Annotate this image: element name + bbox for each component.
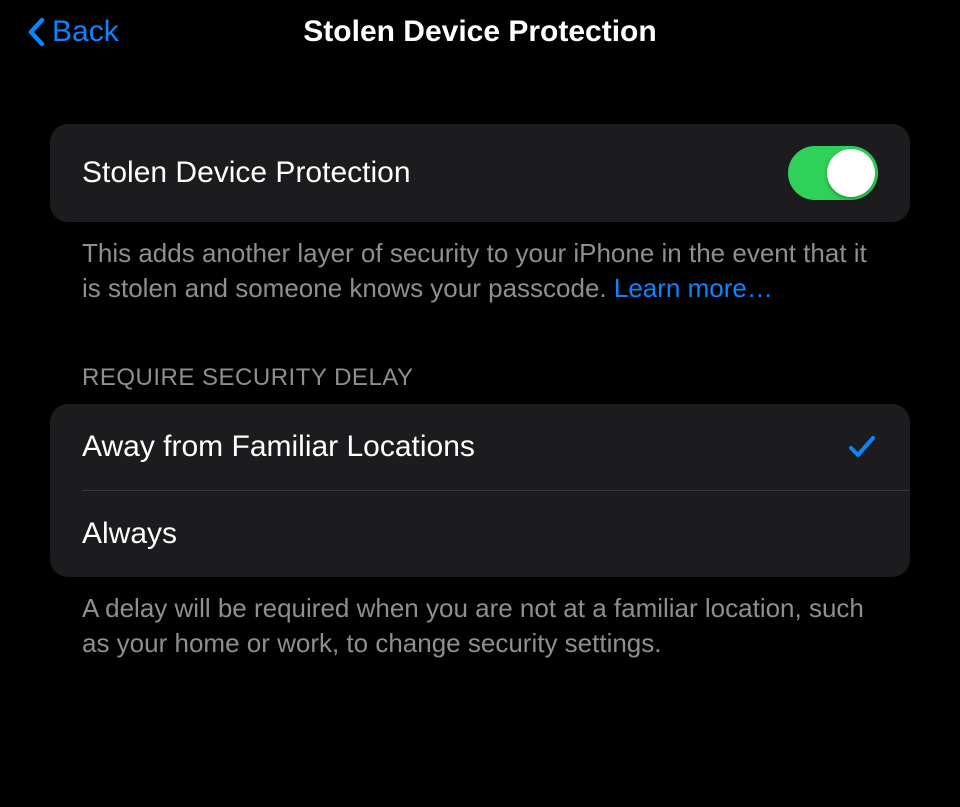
delay-card: Away from Familiar Locations Always: [50, 404, 910, 577]
delay-group: Require Security Delay Away from Familia…: [50, 364, 910, 661]
option-away-from-familiar[interactable]: Away from Familiar Locations: [50, 404, 910, 490]
learn-more-link[interactable]: Learn more…: [614, 273, 773, 303]
page-title: Stolen Device Protection: [303, 15, 656, 49]
back-label: Back: [52, 15, 119, 49]
protection-label: Stolen Device Protection: [82, 156, 411, 190]
option-always-label: Always: [82, 517, 177, 551]
content: Stolen Device Protection This adds anoth…: [0, 64, 960, 661]
back-button[interactable]: Back: [26, 15, 119, 49]
toggle-knob: [827, 149, 875, 197]
delay-footer: A delay will be required when you are no…: [50, 577, 910, 661]
chevron-left-icon: [26, 15, 46, 49]
checkmark-icon: [846, 431, 878, 463]
protection-card: Stolen Device Protection: [50, 124, 910, 222]
protection-toggle[interactable]: [788, 146, 878, 200]
navigation-bar: Back Stolen Device Protection: [0, 0, 960, 64]
option-always[interactable]: Always: [50, 491, 910, 577]
protection-row: Stolen Device Protection: [50, 124, 910, 222]
delay-header: Require Security Delay: [50, 364, 910, 404]
option-away-label: Away from Familiar Locations: [82, 430, 475, 464]
protection-group: Stolen Device Protection This adds anoth…: [50, 124, 910, 306]
protection-footer: This adds another layer of security to y…: [50, 222, 910, 306]
